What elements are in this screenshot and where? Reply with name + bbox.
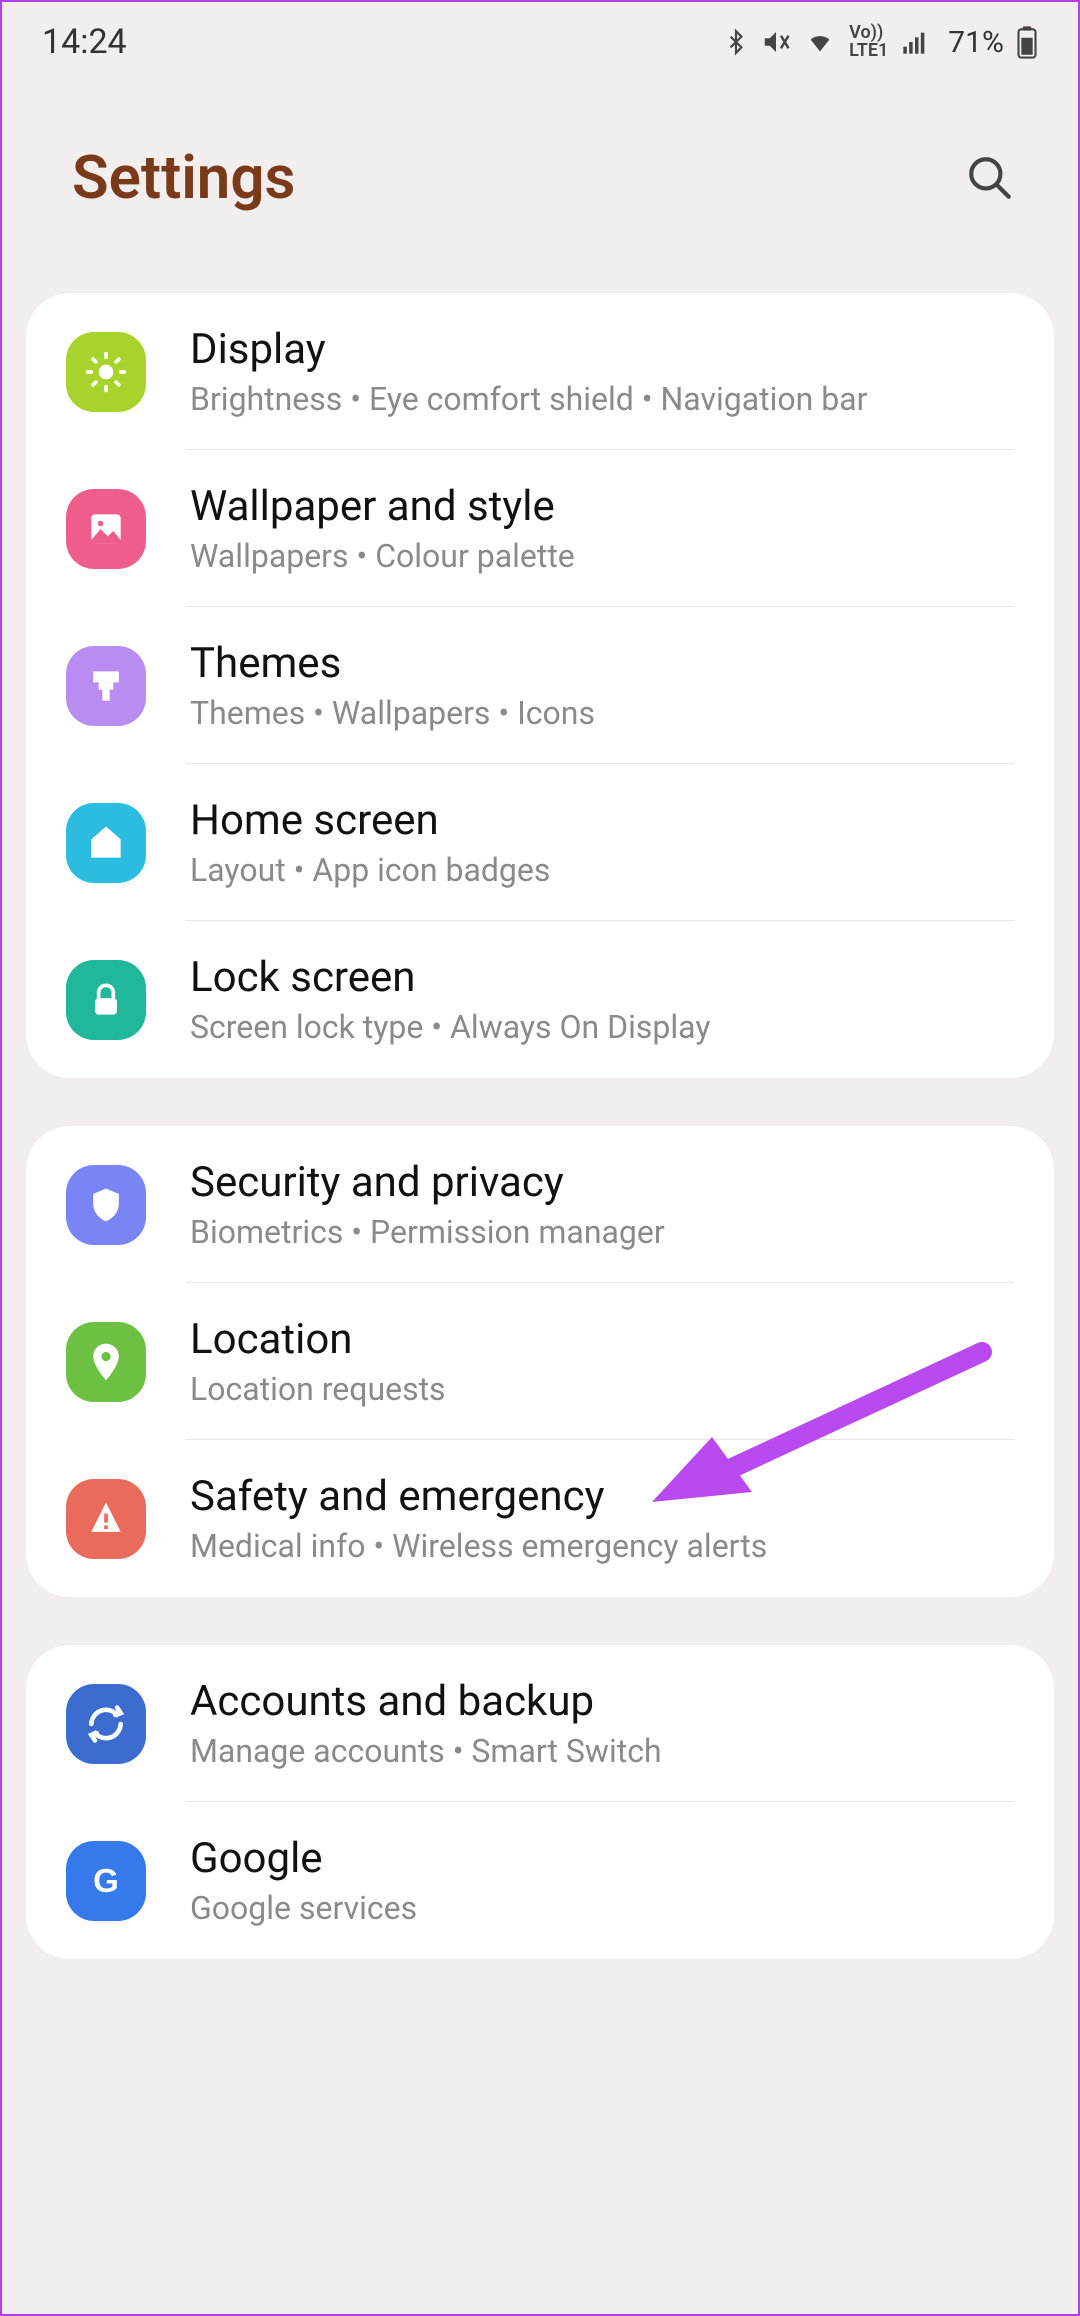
row-title: Home screen <box>190 796 550 845</box>
settings-group-1: Display Brightness • Eye comfort shield … <box>26 293 1054 1078</box>
wifi-icon <box>803 28 837 56</box>
settings-row-security-privacy[interactable]: Security and privacy Biometrics • Permis… <box>26 1126 1054 1283</box>
row-title: Safety and emergency <box>190 1472 767 1521</box>
settings-row-location[interactable]: Location Location requests <box>26 1283 1054 1440</box>
page-title: Settings <box>72 142 295 213</box>
signal-icon <box>900 28 930 56</box>
mute-icon <box>761 27 791 57</box>
row-title: Location <box>190 1315 446 1364</box>
volte-icon: Vo))LTE1 <box>849 24 888 60</box>
wallpaper-icon <box>66 489 146 569</box>
safety-icon <box>66 1479 146 1559</box>
row-subtitle: Location requests <box>190 1370 446 1408</box>
header: Settings <box>2 82 1078 293</box>
themes-icon <box>66 646 146 726</box>
location-icon <box>66 1322 146 1402</box>
settings-row-home-screen[interactable]: Home screen Layout • App icon badges <box>26 764 1054 921</box>
home-icon <box>66 803 146 883</box>
row-title: Security and privacy <box>190 1158 665 1207</box>
shield-icon <box>66 1165 146 1245</box>
settings-row-themes[interactable]: Themes Themes • Wallpapers • Icons <box>26 607 1054 764</box>
settings-row-accounts-backup[interactable]: Accounts and backup Manage accounts • Sm… <box>26 1645 1054 1802</box>
settings-row-google[interactable]: G Google Google services <box>26 1802 1054 1959</box>
row-subtitle: Manage accounts • Smart Switch <box>190 1732 662 1770</box>
sync-icon <box>66 1684 146 1764</box>
settings-row-safety-emergency[interactable]: Safety and emergency Medical info • Wire… <box>26 1440 1054 1597</box>
status-time: 14:24 <box>42 22 127 62</box>
row-subtitle: Themes • Wallpapers • Icons <box>190 694 595 732</box>
row-subtitle: Medical info • Wireless emergency alerts <box>190 1527 767 1565</box>
google-icon: G <box>66 1841 146 1921</box>
row-title: Accounts and backup <box>190 1677 662 1726</box>
row-title: Lock screen <box>190 953 710 1002</box>
row-title: Display <box>190 325 867 374</box>
settings-row-wallpaper[interactable]: Wallpaper and style Wallpapers • Colour … <box>26 450 1054 607</box>
battery-percentage: 71% <box>948 25 1004 60</box>
status-bar: 14:24 Vo))LTE1 71% <box>2 2 1078 82</box>
row-subtitle: Wallpapers • Colour palette <box>190 537 575 575</box>
settings-row-display[interactable]: Display Brightness • Eye comfort shield … <box>26 293 1054 450</box>
bluetooth-icon <box>723 27 749 57</box>
row-title: Wallpaper and style <box>190 482 575 531</box>
battery-icon <box>1016 25 1038 59</box>
settings-row-lock-screen[interactable]: Lock screen Screen lock type • Always On… <box>26 921 1054 1078</box>
status-right: Vo))LTE1 71% <box>723 24 1038 60</box>
row-title: Themes <box>190 639 595 688</box>
row-subtitle: Brightness • Eye comfort shield • Naviga… <box>190 380 867 418</box>
row-title: Google <box>190 1834 417 1883</box>
row-subtitle: Google services <box>190 1889 417 1927</box>
row-subtitle: Screen lock type • Always On Display <box>190 1008 710 1046</box>
search-icon <box>965 153 1015 203</box>
brightness-icon <box>66 332 146 412</box>
settings-group-3: Accounts and backup Manage accounts • Sm… <box>26 1645 1054 1959</box>
svg-text:G: G <box>93 1862 119 1899</box>
search-button[interactable] <box>962 150 1018 206</box>
row-subtitle: Layout • App icon badges <box>190 851 550 889</box>
row-subtitle: Biometrics • Permission manager <box>190 1213 665 1251</box>
settings-group-2: Security and privacy Biometrics • Permis… <box>26 1126 1054 1597</box>
lock-icon <box>66 960 146 1040</box>
